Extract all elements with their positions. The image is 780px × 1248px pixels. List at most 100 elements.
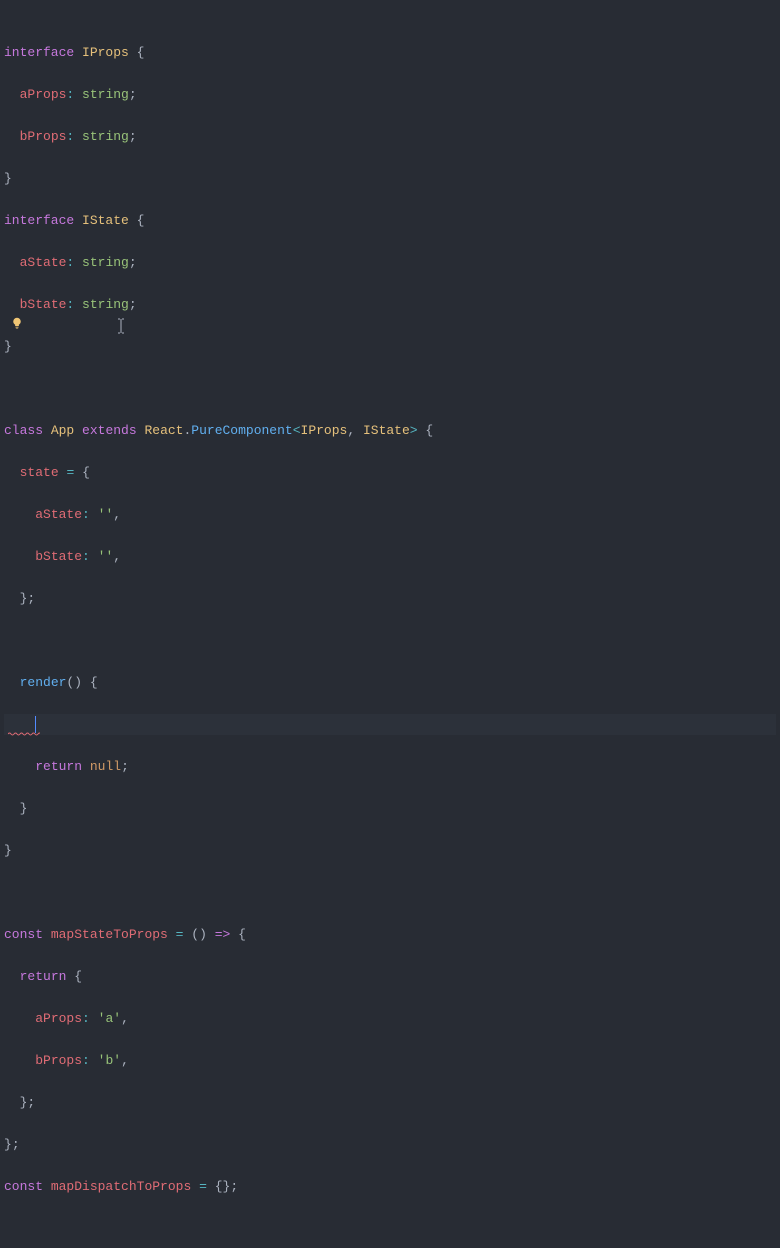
- brace: {: [137, 213, 145, 228]
- code-line[interactable]: interface IProps {: [4, 42, 776, 63]
- code-line-active[interactable]: [4, 714, 776, 735]
- colon: :: [82, 507, 90, 522]
- code-line[interactable]: [4, 378, 776, 399]
- code-line[interactable]: aProps: string;: [4, 84, 776, 105]
- code-line[interactable]: }: [4, 168, 776, 189]
- code-line[interactable]: [4, 630, 776, 651]
- semicolon: ;: [27, 1095, 35, 1110]
- semicolon: ;: [121, 759, 129, 774]
- code-line[interactable]: };: [4, 588, 776, 609]
- code-line[interactable]: interface IState {: [4, 210, 776, 231]
- code-line[interactable]: bProps: 'b',: [4, 1050, 776, 1071]
- colon: :: [66, 297, 74, 312]
- type-ref: PureComponent: [191, 423, 292, 438]
- code-line[interactable]: return {: [4, 966, 776, 987]
- type-ref: string: [82, 297, 129, 312]
- code-line[interactable]: class App extends React.PureComponent<IP…: [4, 420, 776, 441]
- class-name: App: [51, 423, 74, 438]
- edit-cursor: [35, 716, 36, 733]
- angle: <: [293, 423, 301, 438]
- property: bProps: [20, 129, 67, 144]
- code-line[interactable]: }: [4, 798, 776, 819]
- string-literal: '': [98, 549, 114, 564]
- code-line[interactable]: };: [4, 1092, 776, 1113]
- code-line[interactable]: }: [4, 840, 776, 861]
- code-line[interactable]: bState: '',: [4, 546, 776, 567]
- brace: {: [90, 675, 98, 690]
- semicolon: ;: [27, 591, 35, 606]
- equals: =: [199, 1179, 207, 1194]
- colon: :: [82, 549, 90, 564]
- active-line-highlight: [4, 714, 776, 735]
- code-line[interactable]: aState: string;: [4, 252, 776, 273]
- property: state: [20, 465, 59, 480]
- property: bState: [20, 297, 67, 312]
- brace: {: [137, 45, 145, 60]
- arrow: =>: [215, 927, 231, 942]
- lightbulb-icon[interactable]: [11, 317, 23, 329]
- type-name: IProps: [82, 45, 129, 60]
- method-name: render: [20, 675, 67, 690]
- code-line[interactable]: bState: string;: [4, 294, 776, 315]
- semicolon: ;: [129, 129, 137, 144]
- comma: ,: [121, 1053, 129, 1068]
- code-line[interactable]: return null;: [4, 756, 776, 777]
- code-editor[interactable]: interface IProps { aProps: string; bProp…: [0, 0, 780, 1248]
- property: aProps: [35, 1011, 82, 1026]
- colon: :: [82, 1011, 90, 1026]
- code-line[interactable]: aProps: 'a',: [4, 1008, 776, 1029]
- equals: =: [66, 465, 74, 480]
- keyword: class: [4, 423, 43, 438]
- semicolon: ;: [129, 255, 137, 270]
- code-line[interactable]: const mapDispatchToProps = {};: [4, 1176, 776, 1197]
- semicolon: ;: [129, 87, 137, 102]
- colon: :: [66, 255, 74, 270]
- colon: :: [66, 87, 74, 102]
- error-squiggle: [8, 732, 40, 735]
- code-line[interactable]: [4, 882, 776, 903]
- paren: ): [74, 675, 82, 690]
- keyword: const: [4, 1179, 43, 1194]
- type-ref: IState: [363, 423, 410, 438]
- semicolon: ;: [230, 1179, 238, 1194]
- code-line[interactable]: state = {: [4, 462, 776, 483]
- keyword: interface: [4, 45, 74, 60]
- null-literal: null: [90, 759, 121, 774]
- comma: ,: [347, 423, 355, 438]
- keyword: interface: [4, 213, 74, 228]
- type-name: IState: [82, 213, 129, 228]
- code-line[interactable]: [4, 1218, 776, 1239]
- paren: (: [66, 675, 74, 690]
- type-ref: string: [82, 129, 129, 144]
- equals: =: [176, 927, 184, 942]
- string-literal: 'b': [98, 1053, 121, 1068]
- keyword: extends: [82, 423, 137, 438]
- property: aState: [20, 255, 67, 270]
- brace: }: [4, 1137, 12, 1152]
- colon: :: [82, 1053, 90, 1068]
- code-line[interactable]: aState: '',: [4, 504, 776, 525]
- code-line[interactable]: bProps: string;: [4, 126, 776, 147]
- brace: {: [238, 927, 246, 942]
- property: bProps: [35, 1053, 82, 1068]
- brace: {: [425, 423, 433, 438]
- angle: >: [410, 423, 418, 438]
- brace: }: [20, 1095, 28, 1110]
- brace: }: [4, 339, 12, 354]
- comma: ,: [113, 549, 121, 564]
- identifier: mapDispatchToProps: [51, 1179, 191, 1194]
- code-line[interactable]: render() {: [4, 672, 776, 693]
- type-ref: string: [82, 255, 129, 270]
- code-line[interactable]: };: [4, 1134, 776, 1155]
- paren: ): [199, 927, 207, 942]
- code-line[interactable]: const mapStateToProps = () => {: [4, 924, 776, 945]
- paren: (: [191, 927, 199, 942]
- empty-obj: {}: [215, 1179, 231, 1194]
- brace: {: [74, 969, 82, 984]
- string-literal: '': [98, 507, 114, 522]
- keyword: const: [4, 927, 43, 942]
- semicolon: ;: [12, 1137, 20, 1152]
- keyword: return: [35, 759, 82, 774]
- text-cursor-icon: [116, 318, 126, 341]
- comma: ,: [113, 507, 121, 522]
